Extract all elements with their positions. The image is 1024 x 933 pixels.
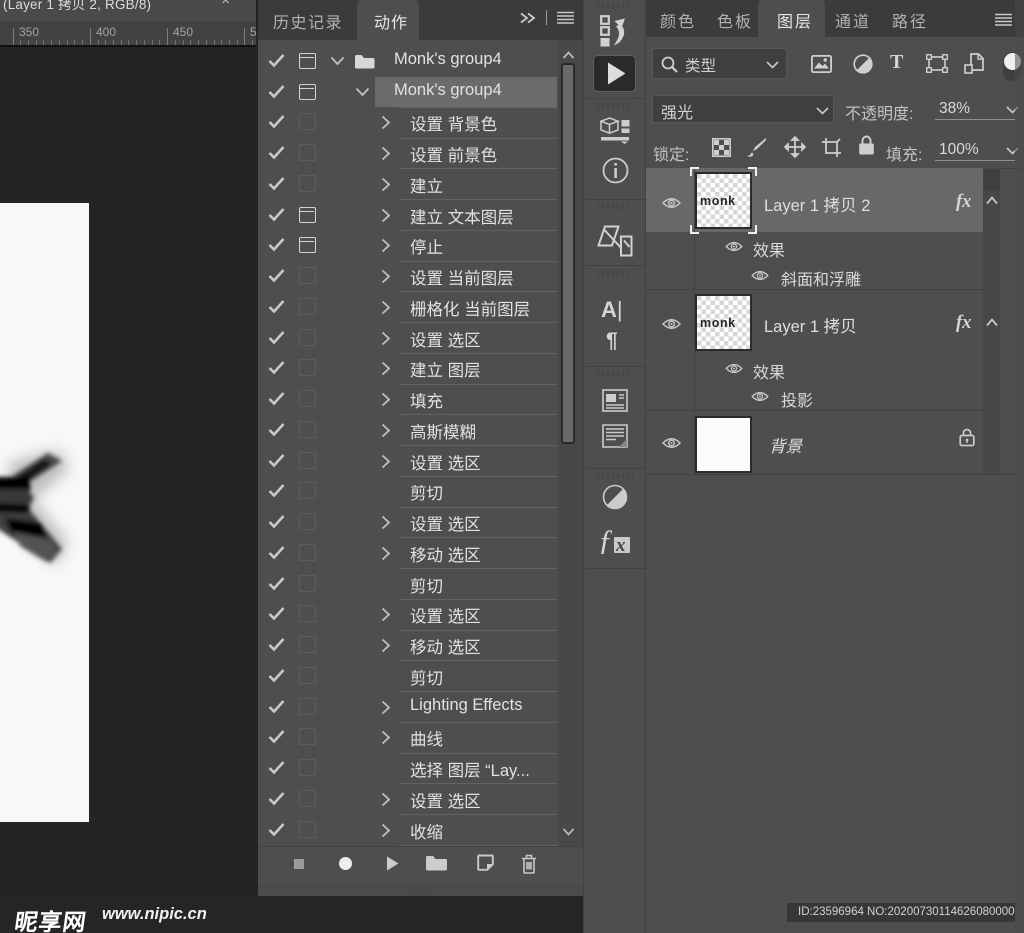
svg-text:f: f bbox=[600, 527, 613, 554]
svg-text:x: x bbox=[615, 535, 626, 554]
